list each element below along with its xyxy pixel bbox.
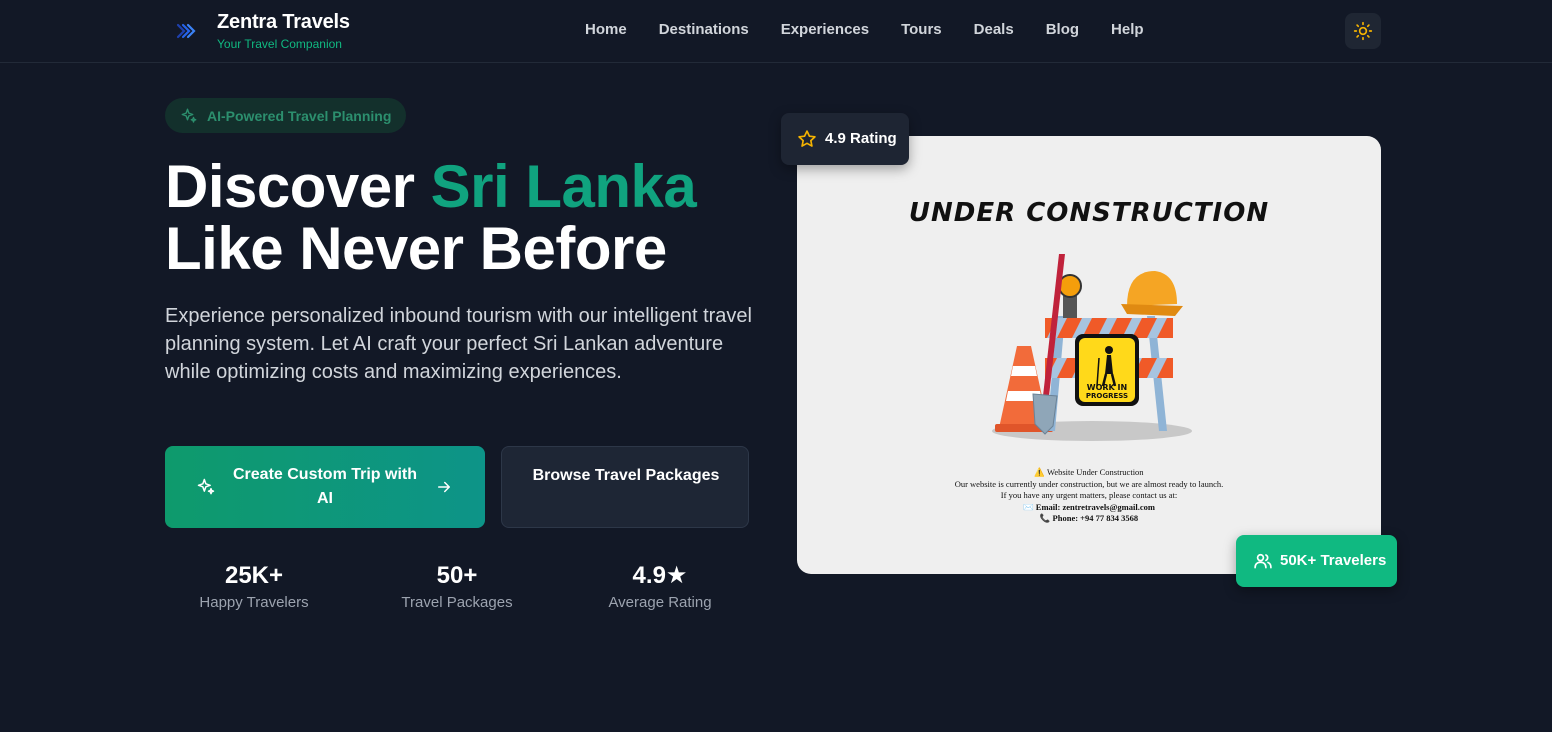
under-construction-message: ⚠️ Website Under Construction Our websit…	[797, 467, 1381, 525]
uc-phone: 📞 Phone: +94 77 834 3568	[1039, 513, 1139, 523]
stat-average-rating: 4.9★ Average Rating	[570, 562, 750, 611]
nav-destinations[interactable]: Destinations	[659, 21, 749, 38]
uc-email: ✉️ Email: zentretravels@gmail.com	[1023, 501, 1155, 512]
stat-label: Travel Packages	[401, 594, 513, 611]
nav-blog[interactable]: Blog	[1046, 21, 1079, 38]
stat-travel-packages: 50+ Travel Packages	[367, 562, 547, 611]
sign-work-in-progress: WORK IN	[1087, 383, 1127, 392]
rating-badge-label: 4.9 Rating	[825, 130, 897, 147]
construction-illustration: WORK IN PROGRESS	[992, 254, 1192, 441]
hero-title-part1: Discover	[165, 153, 431, 220]
stat-value: 4.9★	[632, 562, 688, 589]
stat-happy-travelers: 25K+ Happy Travelers	[164, 562, 344, 611]
create-custom-trip-label: Create Custom Trip with AI	[232, 466, 418, 507]
browse-packages-button[interactable]: Browse Travel Packages	[501, 446, 749, 528]
ai-badge: AI-Powered Travel Planning	[165, 98, 407, 133]
theme-toggle-button[interactable]	[1345, 13, 1381, 49]
sparkles-icon	[181, 108, 197, 123]
brand-name[interactable]: Zentra Travels	[217, 11, 350, 34]
hero-title: Discover Sri Lanka Like Never Before	[165, 153, 697, 282]
stat-label: Happy Travelers	[199, 594, 309, 611]
star-icon	[798, 130, 816, 147]
nav-home[interactable]: Home	[585, 21, 627, 38]
nav-tours[interactable]: Tours	[901, 21, 942, 38]
hero-description: Experience personalized inbound tourism …	[165, 305, 752, 383]
stat-value: 25K+	[224, 562, 284, 589]
stat-label: Average Rating	[608, 594, 712, 611]
browse-packages-label: Browse Travel Packages	[532, 467, 720, 484]
svg-text:PROGRESS: PROGRESS	[1086, 392, 1128, 400]
travelers-badge: 50K+ Travelers	[1236, 535, 1397, 587]
hero-title-accent: Sri Lanka	[430, 153, 697, 220]
sparkles-icon	[197, 478, 215, 495]
hero-title-line2: Like Never Before	[165, 215, 667, 282]
site-header: Zentra Travels Your Travel Companion Hom…	[0, 0, 1552, 63]
under-construction-title: UNDER CONSTRUCTION	[908, 198, 1270, 228]
ai-badge-label: AI-Powered Travel Planning	[207, 107, 392, 124]
hero-showcase-image: UNDER CONSTRUCTION WORK IN PROGRESS ⚠️ W…	[797, 136, 1381, 574]
brand-tagline: Your Travel Companion	[217, 37, 342, 51]
arrow-right-icon	[438, 481, 450, 493]
nav-help[interactable]: Help	[1111, 21, 1144, 38]
logo-icon[interactable]	[175, 20, 199, 42]
nav-experiences[interactable]: Experiences	[781, 21, 869, 38]
users-icon	[1254, 553, 1272, 569]
create-custom-trip-button[interactable]: Create Custom Trip with AI	[165, 446, 485, 528]
travelers-badge-label: 50K+ Travelers	[1280, 552, 1387, 569]
nav-deals[interactable]: Deals	[974, 21, 1014, 38]
uc-line-2: Our website is currently under construct…	[954, 478, 1224, 489]
main-nav: Home Destinations Experiences Tours Deal…	[585, 21, 1144, 38]
uc-line-1: ⚠️ Website Under Construction	[1034, 467, 1144, 477]
sun-icon	[1353, 21, 1373, 41]
rating-badge: 4.9 Rating	[781, 113, 909, 165]
uc-line-3: If you have any urgent matters, please c…	[1000, 490, 1178, 500]
stat-value: 50+	[436, 562, 478, 589]
